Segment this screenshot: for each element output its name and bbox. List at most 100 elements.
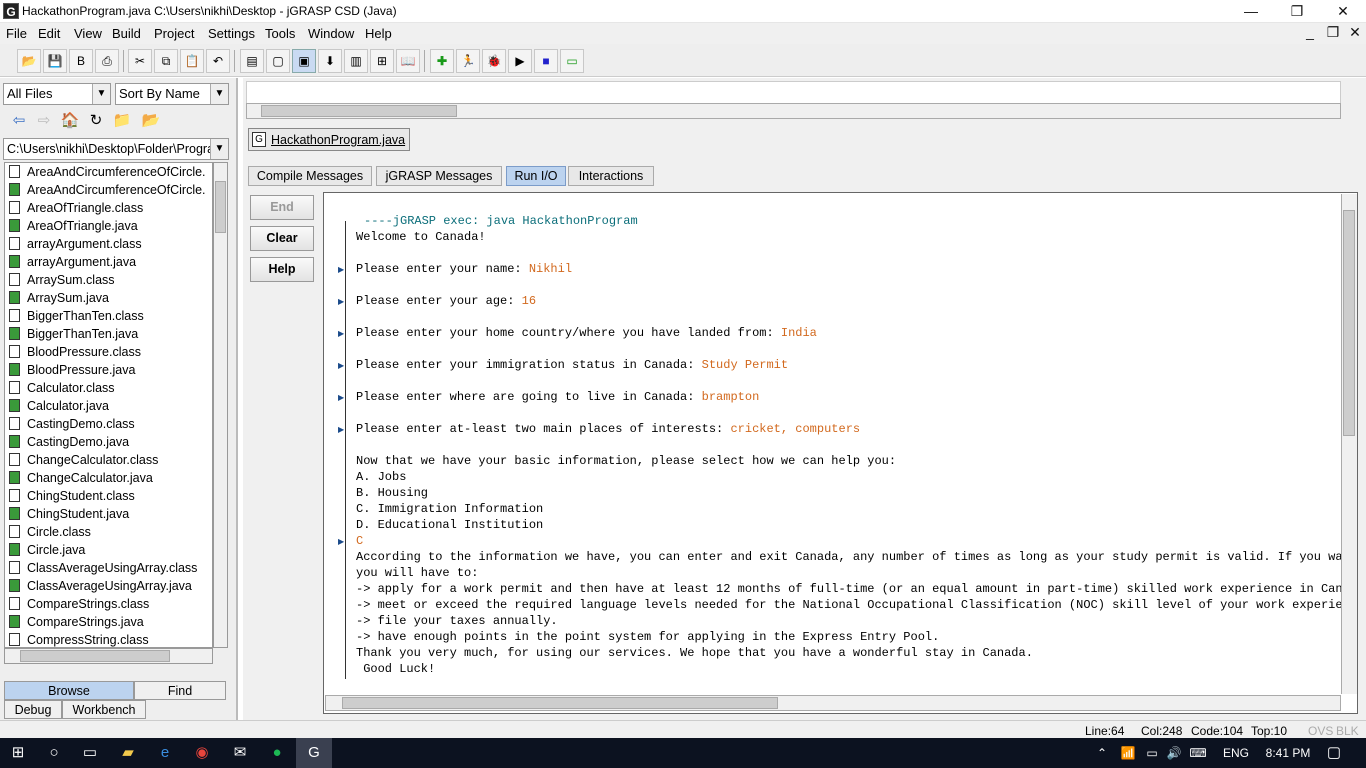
cut-icon[interactable]: ✂	[128, 49, 152, 73]
file-list-item[interactable]: CompareStrings.java	[5, 613, 212, 631]
file-list-item[interactable]: ArraySum.class	[5, 271, 212, 289]
close-button[interactable]: ✕	[1320, 0, 1366, 23]
file-list-item[interactable]: CastingDemo.java	[5, 433, 212, 451]
debug-bug-icon[interactable]: 🐞	[482, 49, 506, 73]
file-list-item[interactable]: BiggerThanTen.class	[5, 307, 212, 325]
canvas-icon[interactable]: ▭	[560, 49, 584, 73]
file-list-item[interactable]: Circle.class	[5, 523, 212, 541]
chrome-icon[interactable]: ◉	[184, 738, 220, 768]
file-list-item[interactable]: Circle.java	[5, 541, 212, 559]
folder-menu-icon[interactable]: 📂	[140, 110, 162, 132]
file-list-item[interactable]: ClassAverageUsingArray.java	[5, 577, 212, 595]
scrollbar-thumb[interactable]	[20, 650, 170, 662]
copy-icon[interactable]: ⧉	[154, 49, 178, 73]
viewer-icon[interactable]: ■	[534, 49, 558, 73]
mdi-minimize-icon[interactable]: _	[1300, 24, 1320, 42]
scrollbar-thumb[interactable]	[1343, 210, 1355, 436]
compile-icon[interactable]: ✚	[430, 49, 454, 73]
edge-icon[interactable]: e	[147, 738, 183, 768]
scrollbar-thumb[interactable]	[261, 105, 457, 117]
file-list-item[interactable]: ArraySum.java	[5, 289, 212, 307]
file-list-item[interactable]: arrayArgument.class	[5, 235, 212, 253]
file-list-item[interactable]: ChangeCalculator.java	[5, 469, 212, 487]
undo-icon[interactable]: ↶	[206, 49, 230, 73]
tab-browse[interactable]: Browse	[4, 681, 134, 700]
file-list-item[interactable]: BiggerThanTen.java	[5, 325, 212, 343]
file-list-item[interactable]: Calculator.java	[5, 397, 212, 415]
menu-project[interactable]: Project	[154, 26, 194, 41]
help-button[interactable]: Help	[250, 257, 314, 282]
tab-find[interactable]: Find	[134, 681, 226, 700]
end-button[interactable]: End	[250, 195, 314, 220]
clock[interactable]: 8:41 PM	[1260, 738, 1316, 768]
tab-jgrasp-messages[interactable]: jGRASP Messages	[376, 166, 502, 186]
editor-horizontal-scrollbar[interactable]	[246, 103, 1341, 119]
keyboard-icon[interactable]: ⌨	[1180, 738, 1216, 768]
file-list-item[interactable]: ChingStudent.class	[5, 487, 212, 505]
windows-start-icon[interactable]: ⊞	[0, 738, 36, 768]
breakpoint-icon[interactable]: ⬇	[318, 49, 342, 73]
action-center-icon[interactable]: ▢	[1316, 738, 1352, 768]
menu-settings[interactable]: Settings	[208, 26, 255, 41]
sort-select[interactable]: Sort By Name ▼	[115, 83, 229, 105]
menu-view[interactable]: View	[74, 26, 102, 41]
file-list-item[interactable]: BloodPressure.java	[5, 361, 212, 379]
restore-button[interactable]: ❐	[1274, 0, 1320, 23]
run-icon[interactable]: 🏃	[456, 49, 480, 73]
console-horizontal-scrollbar[interactable]	[325, 695, 1341, 711]
documentation-icon[interactable]: 📖	[396, 49, 420, 73]
file-list-item[interactable]: AreaAndCircumferenceOfCircle.	[5, 181, 212, 199]
file-list-item[interactable]: ChingStudent.java	[5, 505, 212, 523]
task-view-icon[interactable]: ▭	[72, 738, 108, 768]
jgrasp-taskbar-icon[interactable]: G	[296, 738, 332, 768]
file-list-item[interactable]: Calculator.class	[5, 379, 212, 397]
spotify-icon[interactable]: ●	[259, 738, 295, 768]
tab-interactions[interactable]: Interactions	[568, 166, 654, 186]
save-all-icon[interactable]: B	[69, 49, 93, 73]
file-list-vertical-scrollbar[interactable]	[213, 162, 228, 648]
scrollbar-thumb[interactable]	[342, 697, 778, 709]
cortana-icon[interactable]: ○	[36, 738, 72, 768]
menu-build[interactable]: Build	[112, 26, 141, 41]
open-folder-icon[interactable]: 📂	[17, 49, 41, 73]
csd-icon[interactable]: ▤	[240, 49, 264, 73]
file-list-item[interactable]: ChangeCalculator.class	[5, 451, 212, 469]
scrollbar-thumb[interactable]	[215, 181, 226, 233]
tab-debug[interactable]: Debug	[4, 700, 62, 719]
console-vertical-scrollbar[interactable]	[1341, 194, 1357, 694]
menu-file[interactable]: File	[6, 26, 27, 41]
file-list-item[interactable]: AreaOfTriangle.java	[5, 217, 212, 235]
file-list-item[interactable]: CastingDemo.class	[5, 415, 212, 433]
document-tab[interactable]: G HackathonProgram.java	[248, 128, 410, 151]
remove-csd-icon[interactable]: ▢	[266, 49, 290, 73]
run-io-console[interactable]: ----jGRASP exec: java HackathonProgram W…	[323, 192, 1358, 714]
menu-window[interactable]: Window	[308, 26, 354, 41]
forward-arrow-icon[interactable]: ⇨	[33, 110, 55, 132]
up-folder-icon[interactable]: 🏠	[59, 110, 81, 132]
tab-compile-messages[interactable]: Compile Messages	[248, 166, 372, 186]
file-list-item[interactable]: ClassAverageUsingArray.class	[5, 559, 212, 577]
file-list-item[interactable]: arrayArgument.java	[5, 253, 212, 271]
file-explorer-icon[interactable]: ▰	[110, 738, 146, 768]
file-list-horizontal-scrollbar[interactable]	[4, 648, 213, 664]
print-icon[interactable]: ⎙	[95, 49, 119, 73]
mail-icon[interactable]: ✉	[222, 738, 258, 768]
paste-icon[interactable]: 📋	[180, 49, 204, 73]
tab-run-io[interactable]: Run I/O	[506, 166, 566, 186]
minimize-button[interactable]: —	[1228, 0, 1274, 23]
menu-edit[interactable]: Edit	[38, 26, 60, 41]
file-list-item[interactable]: BloodPressure.class	[5, 343, 212, 361]
save-icon[interactable]: 💾	[43, 49, 67, 73]
refresh-icon[interactable]: ↻	[85, 110, 107, 132]
new-folder-icon[interactable]: 📁	[111, 110, 133, 132]
clear-button[interactable]: Clear	[250, 226, 314, 251]
editor-area[interactable]	[246, 81, 1341, 105]
file-list-item[interactable]: AreaOfTriangle.class	[5, 199, 212, 217]
tab-workbench[interactable]: Workbench	[62, 700, 146, 719]
uml-icon[interactable]: ⊞	[370, 49, 394, 73]
menu-tools[interactable]: Tools	[265, 26, 295, 41]
mdi-close-icon[interactable]: ✕	[1345, 24, 1365, 42]
file-list-item[interactable]: AreaAndCircumferenceOfCircle.	[5, 163, 212, 181]
language-indicator[interactable]: ENG	[1214, 738, 1258, 768]
generate-doc-icon[interactable]: ▣	[292, 49, 316, 73]
